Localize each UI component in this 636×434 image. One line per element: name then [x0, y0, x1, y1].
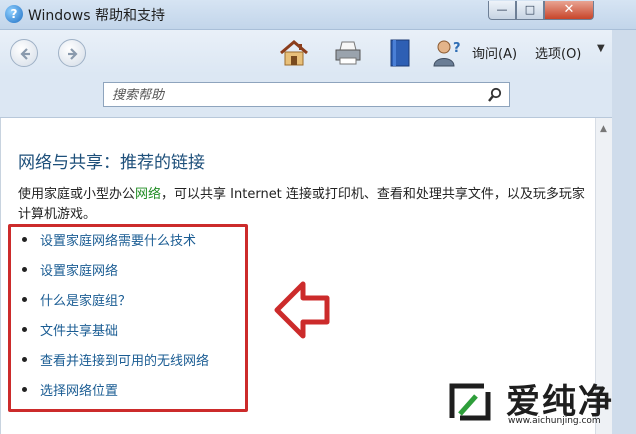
title-bar[interactable]: ? Windows 帮助和支持 — □ ✕: [0, 0, 636, 30]
back-icon: [20, 48, 30, 60]
network-term-link[interactable]: 网络: [135, 187, 161, 202]
svg-text:?: ?: [453, 41, 461, 56]
window-title: Windows 帮助和支持: [28, 8, 165, 24]
annotation-arrow-icon: [274, 281, 330, 339]
watermark: 爱纯净 www.aichunjing.com: [442, 372, 634, 430]
forward-button[interactable]: [58, 39, 86, 67]
minimize-button[interactable]: —: [488, 1, 516, 20]
close-button[interactable]: ✕: [544, 1, 594, 20]
options-menu[interactable]: 选项(O): [535, 43, 581, 62]
watermark-logo-icon: [449, 383, 491, 421]
scroll-up-icon[interactable]: ▲: [600, 124, 607, 134]
ask-menu[interactable]: 询问(A): [472, 43, 517, 62]
page-title: 网络与共享：推荐的链接: [18, 153, 205, 173]
home-icon: [280, 40, 308, 66]
browse-help-button[interactable]: [384, 38, 416, 68]
watermark-url: www.aichunjing.com: [508, 416, 601, 426]
help-window: ? Windows 帮助和支持 — □ ✕ ? 询问(A) 选项(O) ▼ 搜索…: [0, 0, 636, 434]
home-button[interactable]: [278, 38, 310, 68]
search-icon[interactable]: [487, 87, 503, 103]
toolbar: ? 询问(A) 选项(O) ▼: [0, 30, 636, 74]
search-input[interactable]: [112, 86, 472, 104]
ask-button[interactable]: ?: [432, 38, 464, 68]
ask-person-icon: ?: [433, 40, 461, 67]
search-box: [103, 82, 510, 107]
browse-help-icon: [390, 39, 410, 67]
search-bar: [0, 74, 636, 118]
description-prefix: 使用家庭或小型办公: [18, 187, 136, 202]
annotation-highlight-box: [8, 224, 248, 412]
back-button[interactable]: [10, 39, 38, 67]
print-button[interactable]: [332, 38, 364, 68]
page-description: 使用家庭或小型办公网络，可以共享 Internet 连接或打印机、查看和处理共享…: [18, 185, 588, 225]
forward-icon: [68, 48, 78, 60]
help-app-icon: ?: [5, 5, 23, 23]
chevron-down-icon[interactable]: ▼: [597, 43, 605, 54]
maximize-button[interactable]: □: [516, 1, 544, 20]
print-icon: [335, 41, 361, 65]
